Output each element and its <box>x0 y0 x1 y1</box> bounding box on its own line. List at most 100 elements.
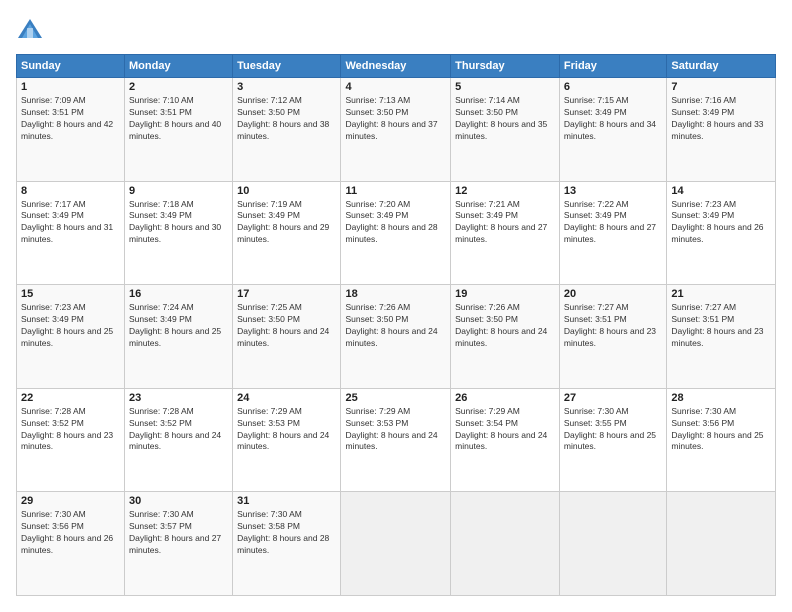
day-detail: Sunrise: 7:30 AM Sunset: 3:56 PM Dayligh… <box>671 406 771 454</box>
day-cell: 19 Sunrise: 7:26 AM Sunset: 3:50 PM Dayl… <box>451 285 560 389</box>
day-detail: Sunrise: 7:17 AM Sunset: 3:49 PM Dayligh… <box>21 199 120 247</box>
day-detail: Sunrise: 7:29 AM Sunset: 3:54 PM Dayligh… <box>455 406 555 454</box>
day-detail: Sunrise: 7:29 AM Sunset: 3:53 PM Dayligh… <box>237 406 336 454</box>
logo-icon <box>16 16 44 44</box>
day-number: 6 <box>564 81 662 93</box>
day-cell <box>451 492 560 596</box>
week-row-3: 15 Sunrise: 7:23 AM Sunset: 3:49 PM Dayl… <box>17 285 776 389</box>
day-number: 15 <box>21 288 120 300</box>
day-detail: Sunrise: 7:16 AM Sunset: 3:49 PM Dayligh… <box>671 95 771 143</box>
day-detail: Sunrise: 7:14 AM Sunset: 3:50 PM Dayligh… <box>455 95 555 143</box>
day-cell: 5 Sunrise: 7:14 AM Sunset: 3:50 PM Dayli… <box>451 78 560 182</box>
header-row: SundayMondayTuesdayWednesdayThursdayFrid… <box>17 55 776 78</box>
day-detail: Sunrise: 7:26 AM Sunset: 3:50 PM Dayligh… <box>455 302 555 350</box>
day-cell: 20 Sunrise: 7:27 AM Sunset: 3:51 PM Dayl… <box>559 285 666 389</box>
day-cell: 8 Sunrise: 7:17 AM Sunset: 3:49 PM Dayli… <box>17 181 125 285</box>
week-row-5: 29 Sunrise: 7:30 AM Sunset: 3:56 PM Dayl… <box>17 492 776 596</box>
day-cell: 25 Sunrise: 7:29 AM Sunset: 3:53 PM Dayl… <box>341 388 451 492</box>
day-cell: 27 Sunrise: 7:30 AM Sunset: 3:55 PM Dayl… <box>559 388 666 492</box>
day-cell: 26 Sunrise: 7:29 AM Sunset: 3:54 PM Dayl… <box>451 388 560 492</box>
header <box>16 16 776 44</box>
day-cell: 15 Sunrise: 7:23 AM Sunset: 3:49 PM Dayl… <box>17 285 125 389</box>
day-detail: Sunrise: 7:24 AM Sunset: 3:49 PM Dayligh… <box>129 302 228 350</box>
day-detail: Sunrise: 7:28 AM Sunset: 3:52 PM Dayligh… <box>21 406 120 454</box>
day-cell <box>559 492 666 596</box>
day-cell: 31 Sunrise: 7:30 AM Sunset: 3:58 PM Dayl… <box>233 492 341 596</box>
day-number: 21 <box>671 288 771 300</box>
day-detail: Sunrise: 7:21 AM Sunset: 3:49 PM Dayligh… <box>455 199 555 247</box>
day-number: 9 <box>129 185 228 197</box>
day-cell: 2 Sunrise: 7:10 AM Sunset: 3:51 PM Dayli… <box>125 78 233 182</box>
day-number: 31 <box>237 495 336 507</box>
day-cell: 29 Sunrise: 7:30 AM Sunset: 3:56 PM Dayl… <box>17 492 125 596</box>
day-number: 12 <box>455 185 555 197</box>
week-row-1: 1 Sunrise: 7:09 AM Sunset: 3:51 PM Dayli… <box>17 78 776 182</box>
day-number: 5 <box>455 81 555 93</box>
day-detail: Sunrise: 7:09 AM Sunset: 3:51 PM Dayligh… <box>21 95 120 143</box>
day-cell: 24 Sunrise: 7:29 AM Sunset: 3:53 PM Dayl… <box>233 388 341 492</box>
col-header-sunday: Sunday <box>17 55 125 78</box>
col-header-tuesday: Tuesday <box>233 55 341 78</box>
day-number: 8 <box>21 185 120 197</box>
day-cell: 10 Sunrise: 7:19 AM Sunset: 3:49 PM Dayl… <box>233 181 341 285</box>
day-number: 16 <box>129 288 228 300</box>
day-detail: Sunrise: 7:15 AM Sunset: 3:49 PM Dayligh… <box>564 95 662 143</box>
day-detail: Sunrise: 7:18 AM Sunset: 3:49 PM Dayligh… <box>129 199 228 247</box>
day-number: 24 <box>237 392 336 404</box>
day-cell <box>341 492 451 596</box>
calendar-body: 1 Sunrise: 7:09 AM Sunset: 3:51 PM Dayli… <box>17 78 776 596</box>
day-number: 27 <box>564 392 662 404</box>
day-number: 13 <box>564 185 662 197</box>
day-detail: Sunrise: 7:30 AM Sunset: 3:56 PM Dayligh… <box>21 509 120 557</box>
day-number: 29 <box>21 495 120 507</box>
day-detail: Sunrise: 7:19 AM Sunset: 3:49 PM Dayligh… <box>237 199 336 247</box>
day-number: 19 <box>455 288 555 300</box>
day-detail: Sunrise: 7:23 AM Sunset: 3:49 PM Dayligh… <box>671 199 771 247</box>
day-number: 25 <box>345 392 446 404</box>
day-number: 17 <box>237 288 336 300</box>
day-cell: 4 Sunrise: 7:13 AM Sunset: 3:50 PM Dayli… <box>341 78 451 182</box>
day-number: 14 <box>671 185 771 197</box>
day-detail: Sunrise: 7:29 AM Sunset: 3:53 PM Dayligh… <box>345 406 446 454</box>
calendar-header: SundayMondayTuesdayWednesdayThursdayFrid… <box>17 55 776 78</box>
week-row-4: 22 Sunrise: 7:28 AM Sunset: 3:52 PM Dayl… <box>17 388 776 492</box>
col-header-monday: Monday <box>125 55 233 78</box>
day-detail: Sunrise: 7:13 AM Sunset: 3:50 PM Dayligh… <box>345 95 446 143</box>
day-number: 30 <box>129 495 228 507</box>
day-cell: 12 Sunrise: 7:21 AM Sunset: 3:49 PM Dayl… <box>451 181 560 285</box>
day-cell: 17 Sunrise: 7:25 AM Sunset: 3:50 PM Dayl… <box>233 285 341 389</box>
day-number: 3 <box>237 81 336 93</box>
day-cell: 11 Sunrise: 7:20 AM Sunset: 3:49 PM Dayl… <box>341 181 451 285</box>
day-cell: 13 Sunrise: 7:22 AM Sunset: 3:49 PM Dayl… <box>559 181 666 285</box>
day-detail: Sunrise: 7:28 AM Sunset: 3:52 PM Dayligh… <box>129 406 228 454</box>
page: SundayMondayTuesdayWednesdayThursdayFrid… <box>0 0 792 612</box>
day-cell: 16 Sunrise: 7:24 AM Sunset: 3:49 PM Dayl… <box>125 285 233 389</box>
day-detail: Sunrise: 7:25 AM Sunset: 3:50 PM Dayligh… <box>237 302 336 350</box>
day-number: 20 <box>564 288 662 300</box>
day-detail: Sunrise: 7:12 AM Sunset: 3:50 PM Dayligh… <box>237 95 336 143</box>
week-row-2: 8 Sunrise: 7:17 AM Sunset: 3:49 PM Dayli… <box>17 181 776 285</box>
day-detail: Sunrise: 7:23 AM Sunset: 3:49 PM Dayligh… <box>21 302 120 350</box>
day-cell: 28 Sunrise: 7:30 AM Sunset: 3:56 PM Dayl… <box>667 388 776 492</box>
day-cell: 3 Sunrise: 7:12 AM Sunset: 3:50 PM Dayli… <box>233 78 341 182</box>
col-header-thursday: Thursday <box>451 55 560 78</box>
day-number: 26 <box>455 392 555 404</box>
day-detail: Sunrise: 7:30 AM Sunset: 3:57 PM Dayligh… <box>129 509 228 557</box>
day-detail: Sunrise: 7:20 AM Sunset: 3:49 PM Dayligh… <box>345 199 446 247</box>
day-cell: 7 Sunrise: 7:16 AM Sunset: 3:49 PM Dayli… <box>667 78 776 182</box>
day-number: 4 <box>345 81 446 93</box>
day-detail: Sunrise: 7:10 AM Sunset: 3:51 PM Dayligh… <box>129 95 228 143</box>
day-cell: 14 Sunrise: 7:23 AM Sunset: 3:49 PM Dayl… <box>667 181 776 285</box>
day-detail: Sunrise: 7:30 AM Sunset: 3:55 PM Dayligh… <box>564 406 662 454</box>
day-cell <box>667 492 776 596</box>
calendar-table: SundayMondayTuesdayWednesdayThursdayFrid… <box>16 54 776 596</box>
day-number: 2 <box>129 81 228 93</box>
day-cell: 1 Sunrise: 7:09 AM Sunset: 3:51 PM Dayli… <box>17 78 125 182</box>
day-cell: 6 Sunrise: 7:15 AM Sunset: 3:49 PM Dayli… <box>559 78 666 182</box>
day-detail: Sunrise: 7:27 AM Sunset: 3:51 PM Dayligh… <box>564 302 662 350</box>
day-cell: 18 Sunrise: 7:26 AM Sunset: 3:50 PM Dayl… <box>341 285 451 389</box>
day-number: 7 <box>671 81 771 93</box>
day-cell: 23 Sunrise: 7:28 AM Sunset: 3:52 PM Dayl… <box>125 388 233 492</box>
day-number: 18 <box>345 288 446 300</box>
day-detail: Sunrise: 7:27 AM Sunset: 3:51 PM Dayligh… <box>671 302 771 350</box>
